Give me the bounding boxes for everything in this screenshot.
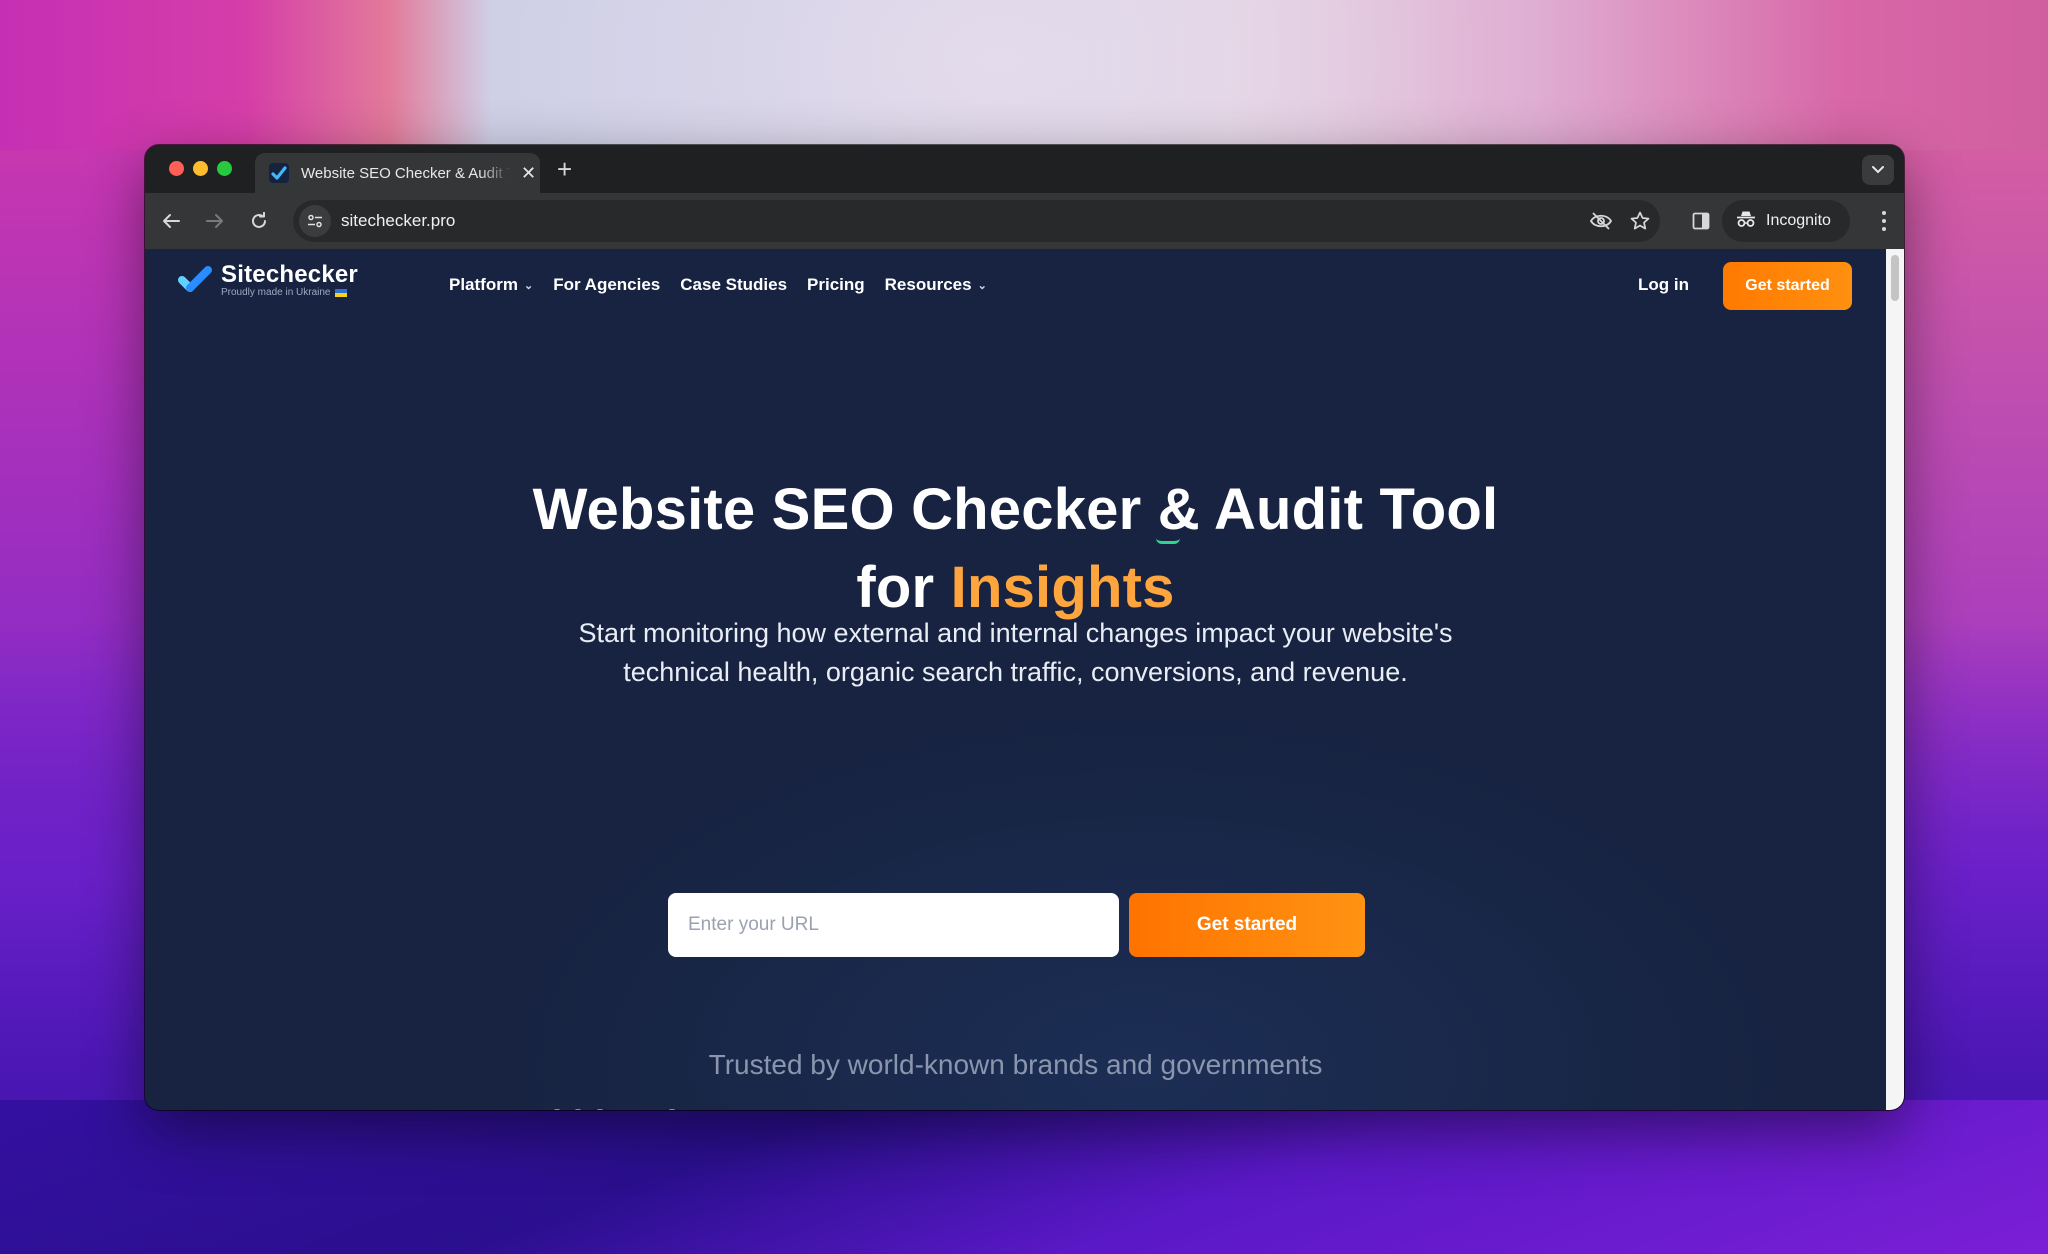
header-get-started-button[interactable]: Get started xyxy=(1723,262,1852,310)
side-panel-icon[interactable] xyxy=(1687,207,1715,235)
tab-search-chevron-icon[interactable] xyxy=(1862,155,1894,185)
sitechecker-check-icon xyxy=(269,163,289,183)
page-scrollbar[interactable] xyxy=(1886,249,1904,1110)
ukraine-flag-icon xyxy=(334,289,347,297)
hero-subtitle: Start monitoring how external and intern… xyxy=(578,618,1453,687)
brand-logo-queensland-government: ♚ QueenslandGovernment xyxy=(1440,1109,1582,1110)
address-bar[interactable]: sitechecker.pro xyxy=(293,200,1660,242)
site-info-icon[interactable] xyxy=(299,205,331,237)
page-content: Sitechecker Proudly made in Ukraine Plat… xyxy=(145,249,1886,1110)
nav-item-case-studies[interactable]: Case Studies xyxy=(680,275,787,295)
sitechecker-check-icon xyxy=(177,265,213,298)
browser-window: Website SEO Checker & Audit Tool for Ins… xyxy=(145,145,1904,1110)
brand-name: Sitechecker xyxy=(221,261,358,288)
main-nav: Platform ⌄ For Agencies Case Studies Pric… xyxy=(449,275,987,295)
nav-item-platform[interactable]: Platform ⌄ xyxy=(449,275,533,295)
incognito-profile-button[interactable]: Incognito xyxy=(1722,200,1850,242)
maximize-window-button[interactable] xyxy=(217,161,232,176)
site-logo[interactable]: Sitechecker Proudly made in Ukraine xyxy=(177,263,358,299)
more-icon[interactable] xyxy=(1875,207,1893,235)
back-icon[interactable] xyxy=(157,207,185,235)
nav-item-resources[interactable]: Resources ⌄ xyxy=(885,275,987,295)
url-text[interactable]: sitechecker.pro xyxy=(341,211,455,231)
desktop-wallpaper-wave xyxy=(0,1100,2048,1254)
brand-logos: SONY Whirlpool CORPORATION ♛ Government … xyxy=(145,1106,1886,1111)
brand-logo-roche: Roche xyxy=(1635,1109,1731,1110)
decorative-underline xyxy=(1156,538,1180,544)
hero-title: Website SEO Checker & Audit Tool for Ins… xyxy=(532,477,1499,620)
tab-title: Website SEO Checker & Audit Tool for Ins… xyxy=(301,164,511,182)
browser-toolbar: sitechecker.pro Incognito xyxy=(145,193,1904,249)
hero-title-accent: Insights xyxy=(950,555,1175,620)
tab-bar: Website SEO Checker & Audit Tool for Ins… xyxy=(145,145,1904,193)
hero-get-started-button[interactable]: Get started xyxy=(1129,893,1365,957)
nav-item-for-agencies[interactable]: For Agencies xyxy=(553,275,660,295)
scrollbar-thumb[interactable] xyxy=(1891,255,1899,301)
reload-icon[interactable] xyxy=(245,207,273,235)
nav-item-pricing[interactable]: Pricing xyxy=(807,275,865,295)
login-link[interactable]: Log in xyxy=(1638,275,1689,295)
eye-off-icon[interactable] xyxy=(1590,210,1612,232)
brand-tagline: Proudly made in Ukraine xyxy=(221,287,358,299)
brand-logo-financial-times: FT FINANCIALTIMES xyxy=(1220,1109,1378,1110)
close-window-button[interactable] xyxy=(169,161,184,176)
chevron-down-icon: ⌄ xyxy=(523,279,534,292)
trusted-heading: Trusted by world-known brands and govern… xyxy=(708,1049,1323,1080)
forward-icon[interactable] xyxy=(201,207,229,235)
brand-logo-whirlpool: Whirlpool CORPORATION xyxy=(519,1106,677,1111)
close-tab-icon[interactable]: ✕ xyxy=(521,163,536,184)
minimize-window-button[interactable] xyxy=(193,161,208,176)
star-icon[interactable] xyxy=(1629,210,1651,232)
brand-logo-government-western-australia: ♛ Government ofWestern Australia xyxy=(717,1109,895,1110)
new-tab-plus-icon[interactable]: + xyxy=(557,154,572,185)
incognito-icon xyxy=(1736,210,1756,233)
profile-label: Incognito xyxy=(1766,212,1831,229)
chevron-down-icon: ⌄ xyxy=(977,279,987,292)
brand-logo-sony: SONY xyxy=(298,1109,421,1110)
browser-tab[interactable]: Website SEO Checker & Audit Tool for Ins… xyxy=(255,153,540,193)
brand-logo-kennametal: KENNAMETAL xyxy=(958,1109,1165,1110)
url-input[interactable] xyxy=(668,893,1119,957)
